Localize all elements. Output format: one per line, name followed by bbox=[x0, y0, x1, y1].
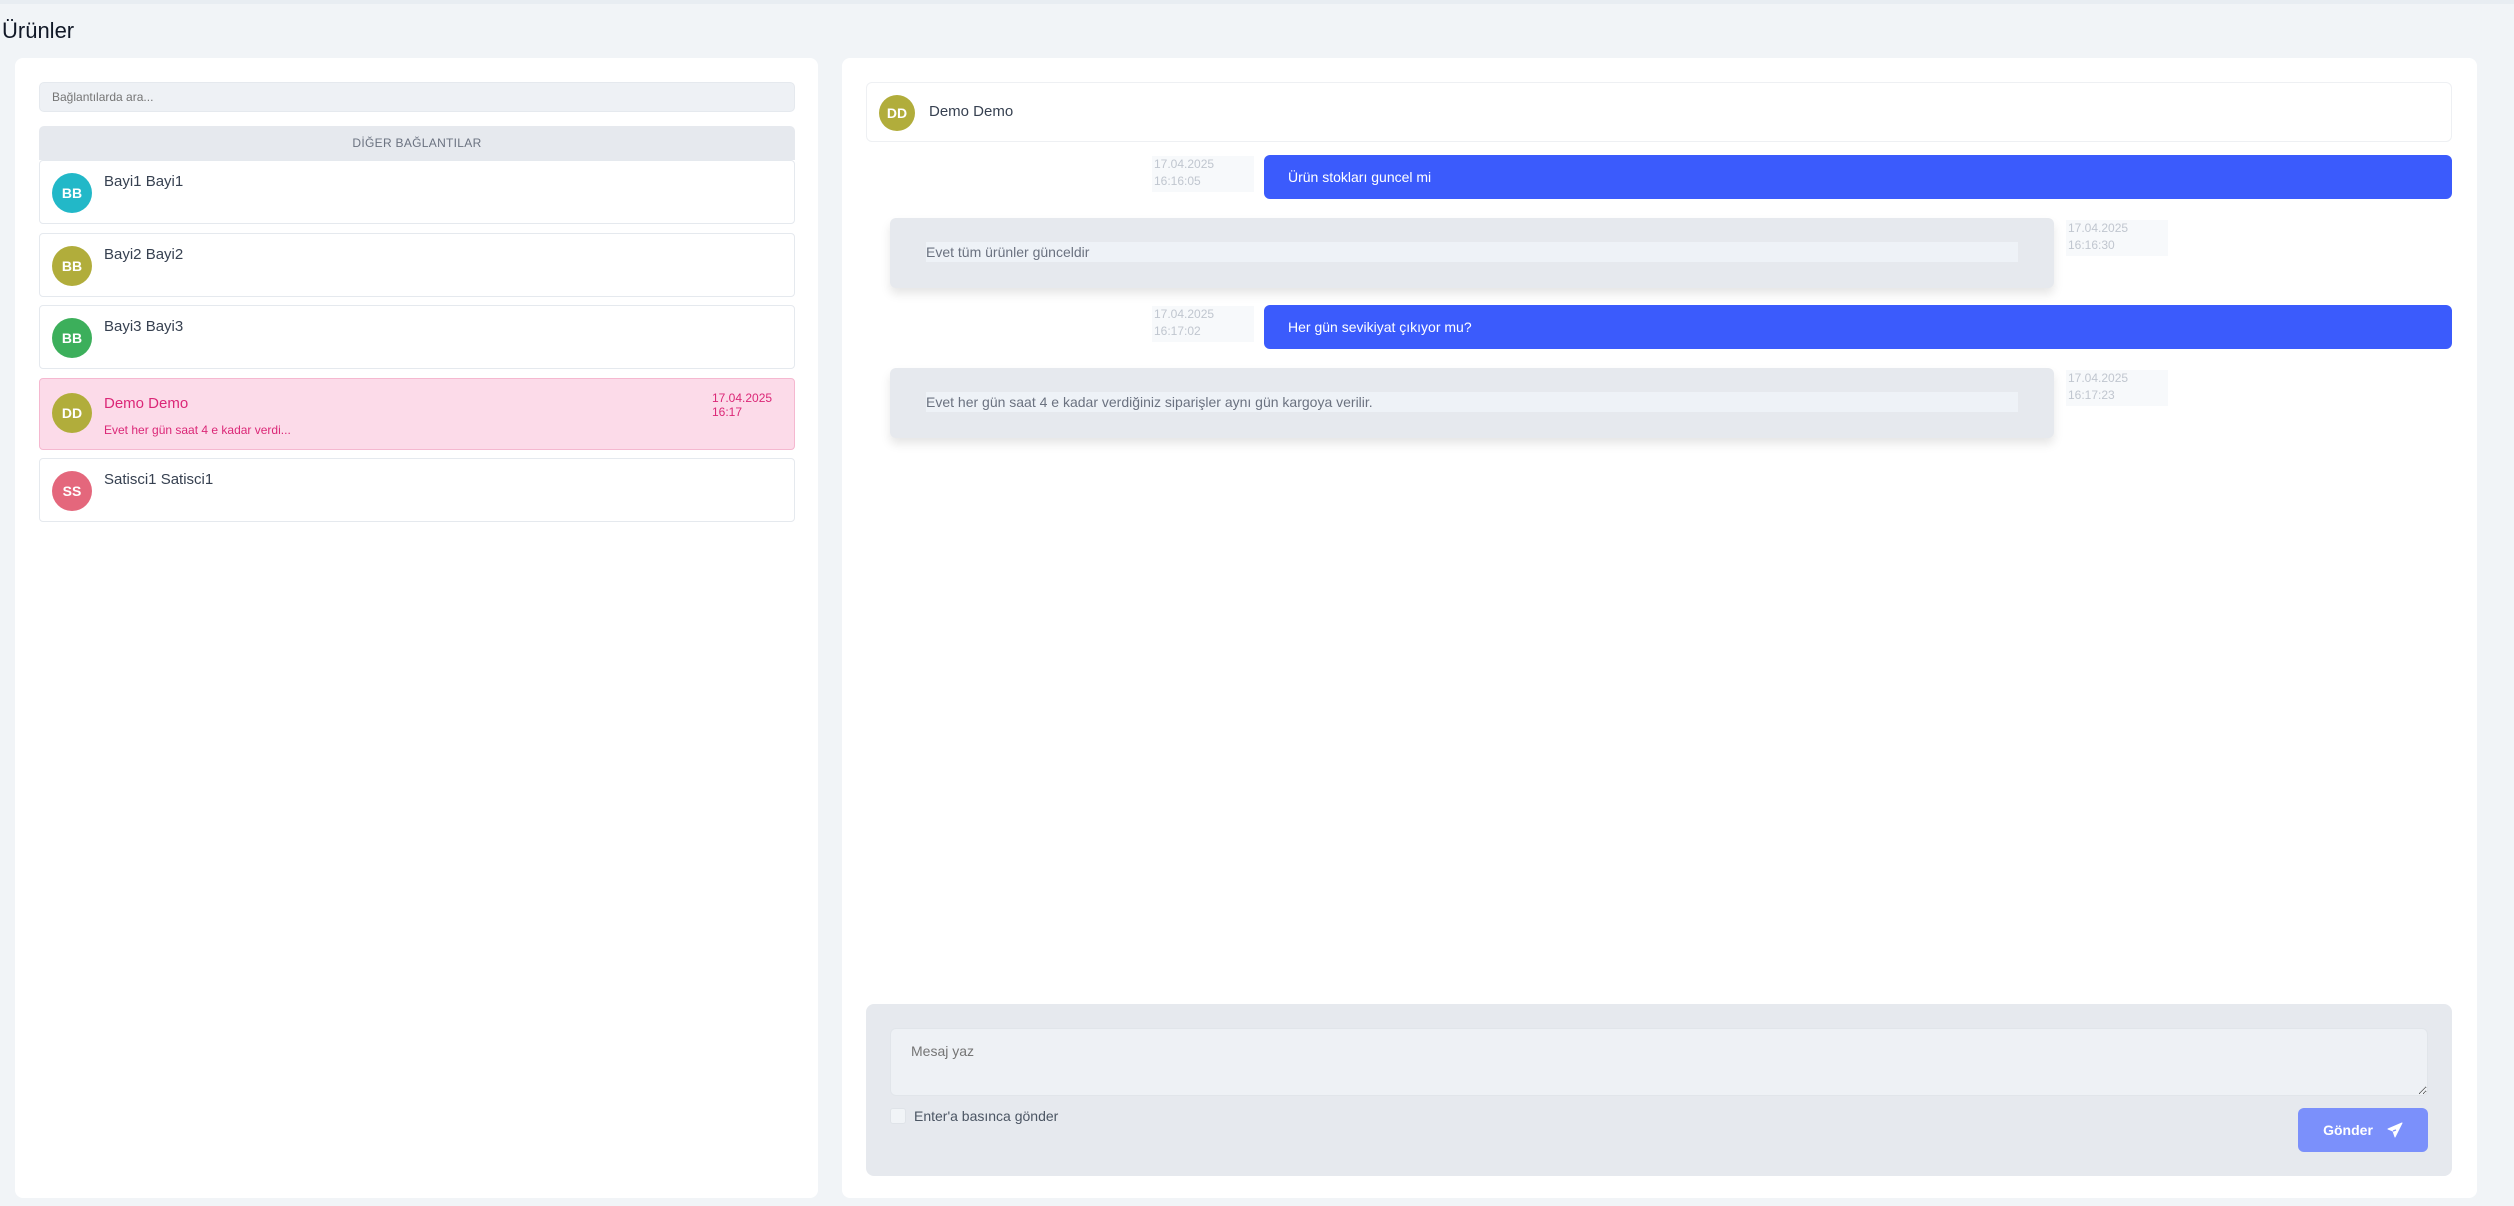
message-timestamp: 17.04.2025 16:17:23 bbox=[2066, 370, 2168, 406]
message-timestamp: 17.04.2025 16:17:02 bbox=[1152, 306, 1254, 342]
message-text: Evet tüm ürünler günceldir bbox=[926, 242, 2018, 262]
enter-to-send-label[interactable]: Enter'a basınca gönder bbox=[914, 1108, 1058, 1124]
chat-header: DD Demo Demo bbox=[866, 82, 2452, 142]
message-input[interactable] bbox=[890, 1028, 2428, 1096]
message-bubble-outgoing: Ürün stokları guncel mi bbox=[1264, 155, 2452, 199]
message-timestamp: 17.04.2025 16:16:05 bbox=[1152, 156, 1254, 192]
paper-plane-icon bbox=[2387, 1122, 2403, 1138]
contact-last-message-preview: Evet her gün saat 4 e kadar verdi... bbox=[104, 423, 291, 437]
top-bar bbox=[0, 0, 2514, 4]
avatar: BB bbox=[52, 318, 92, 358]
avatar: DD bbox=[879, 95, 915, 131]
contact-name: Demo Demo bbox=[104, 395, 189, 412]
contact-item-bayi1[interactable]: BB Bayi1 Bayi1 bbox=[39, 160, 795, 224]
contacts-panel: DİĞER BAĞLANTILAR BB Bayi1 Bayi1 BB Bayi… bbox=[15, 58, 818, 1198]
page-title: Ürünler bbox=[2, 18, 75, 43]
avatar: BB bbox=[52, 246, 92, 286]
enter-to-send-checkbox[interactable] bbox=[890, 1108, 906, 1124]
chat-contact-name: Demo Demo bbox=[929, 103, 1014, 120]
message-text: Evet her gün saat 4 e kadar verdiğiniz s… bbox=[926, 392, 2018, 412]
send-button-label: Gönder bbox=[2323, 1122, 2373, 1138]
contact-name: Bayi3 Bayi3 bbox=[104, 318, 184, 335]
message-composer: Enter'a basınca gönder Gönder bbox=[866, 1004, 2452, 1176]
message-bubble-incoming: Evet her gün saat 4 e kadar verdiğiniz s… bbox=[890, 368, 2054, 438]
contact-name: Satisci1 Satisci1 bbox=[104, 471, 214, 488]
contact-name: Bayi1 Bayi1 bbox=[104, 173, 184, 190]
avatar: BB bbox=[52, 173, 92, 213]
section-title-other-connections: DİĞER BAĞLANTILAR bbox=[39, 126, 795, 160]
message-bubble-incoming: Evet tüm ürünler günceldir bbox=[890, 218, 2054, 288]
contact-item-bayi3[interactable]: BB Bayi3 Bayi3 bbox=[39, 305, 795, 369]
contacts-search-input[interactable] bbox=[39, 82, 795, 112]
avatar: SS bbox=[52, 471, 92, 511]
send-button[interactable]: Gönder bbox=[2298, 1108, 2428, 1152]
contact-item-demo[interactable]: DD Demo Demo 17.04.2025 16:17 Evet her g… bbox=[39, 378, 795, 450]
contact-name: Bayi2 Bayi2 bbox=[104, 246, 184, 263]
contact-item-satisci1[interactable]: SS Satisci1 Satisci1 bbox=[39, 458, 795, 522]
message-timestamp: 17.04.2025 16:16:30 bbox=[2066, 220, 2168, 256]
chat-panel: DD Demo Demo 17.04.2025 16:16:05 Ürün sto… bbox=[842, 58, 2477, 1198]
message-bubble-outgoing: Her gün sevikiyat çıkıyor mu? bbox=[1264, 305, 2452, 349]
avatar: DD bbox=[52, 393, 92, 433]
contact-last-message-time: 17.04.2025 16:17 bbox=[712, 391, 773, 419]
contact-item-bayi2[interactable]: BB Bayi2 Bayi2 bbox=[39, 233, 795, 297]
